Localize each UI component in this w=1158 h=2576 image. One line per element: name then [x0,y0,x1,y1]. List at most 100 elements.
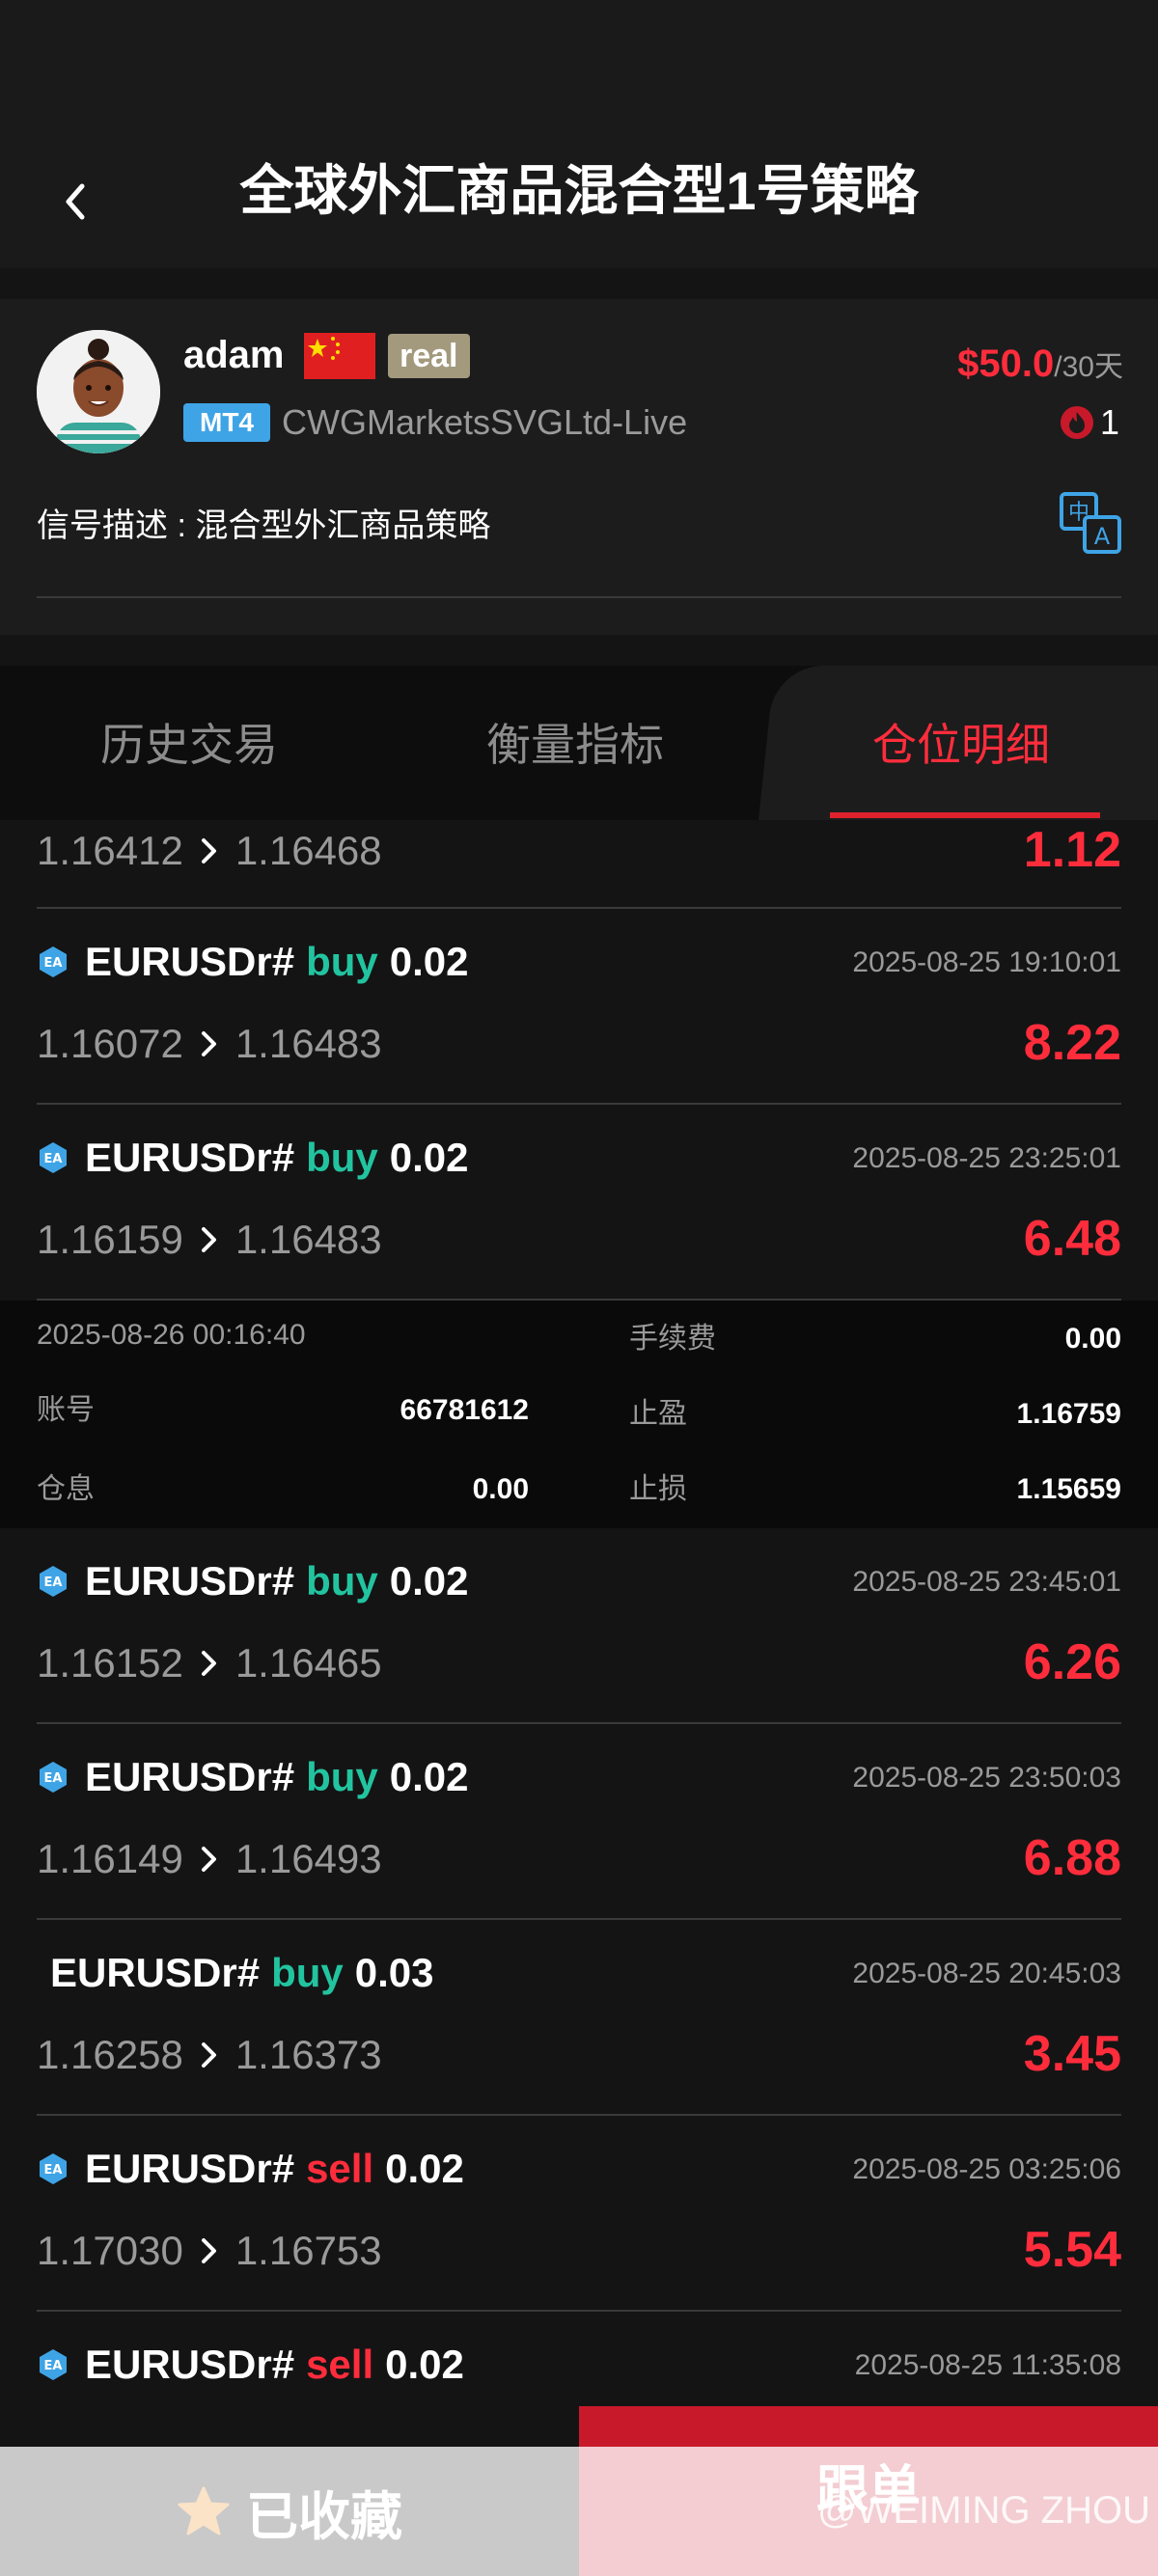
stop-loss-value: 1.15659 [1016,1473,1121,1505]
trade-symbol-line: EA EURUSDr# buy 0.02 [37,1132,468,1184]
broker-name: CWGMarketsSVGLtd-Live [282,402,688,442]
chevron-right-icon [201,1847,216,1872]
tab-underline [830,812,1100,818]
ea-icon: EA [40,1142,67,1173]
svg-text:EA: EA [44,1152,63,1166]
star-icon [178,2486,230,2535]
profit: 6.88 [1023,1830,1121,1886]
trade-symbol-line: EA EURUSDr# buy 0.02 [37,1555,468,1607]
direction: buy [271,1950,344,1995]
fee-value: 0.00 [1064,1323,1121,1355]
trade-row[interactable]: 1.16412 1.16468 1.12 [37,820,1121,909]
detail-time: 2025-08-26 00:16:40 [37,1319,306,1351]
price-value: $50.0 [957,343,1055,385]
trade-time: 2025-08-25 23:25:01 [852,1142,1121,1174]
chevron-right-icon [201,1031,216,1056]
trade-time: 2025-08-25 11:35:08 [854,2349,1121,2381]
chevron-right-icon [201,1227,216,1252]
price-range: 1.17030 1.16753 [37,2224,382,2278]
profit: 8.22 [1023,1015,1121,1071]
favorite-button[interactable]: 已收藏 [0,2447,579,2576]
nav-bar: 全球外汇商品混合型1号策略 [0,135,1158,268]
follower-count: 1 [1060,399,1119,446]
tab-positions[interactable]: 仓位明细 [872,714,1050,776]
lot-size: 0.02 [389,1754,469,1799]
platform-badge: MT4 [183,403,270,442]
symbol: EURUSDr# [85,1135,295,1180]
tab-history[interactable]: 历史交易 [100,714,278,776]
china-flag-icon [304,333,375,379]
account-type-badge: real [388,334,470,378]
direction: sell [306,2342,374,2387]
direction: buy [306,1558,378,1603]
divider [37,596,1121,598]
trade-row[interactable]: EA EURUSDr# sell 0.02 2025-08-25 03:25:06 1.1… [37,2116,1121,2312]
lot-size: 0.03 [354,1950,434,1995]
close-price: 1.16483 [234,1021,382,1066]
provider-card: adam real MT4 CWGMarketsSVGLtd-Live $50.… [0,299,1158,635]
price-range: 1.16149 1.16493 [37,1832,382,1886]
swap-value: 0.00 [472,1473,529,1505]
svg-text:EA: EA [44,2359,63,2373]
trade-row[interactable]: EA EURUSDr# buy 0.02 2025-08-25 19:10:01 1.16… [37,909,1121,1105]
avatar-image [37,330,160,453]
profit: 3.45 [1023,2026,1121,2082]
ea-icon: EA [40,1566,67,1597]
close-price: 1.16373 [234,2032,382,2077]
symbol: EURUSDr# [85,939,295,984]
price-range: 1.16152 1.16465 [37,1636,382,1690]
take-profit-label: 止盈 [629,1398,687,1430]
translate-icon[interactable]: 中A [1058,490,1123,556]
price-range: 1.16072 1.16483 [37,1017,382,1071]
watermark: @WEIMING ZHOU [816,2489,1150,2532]
lot-size: 0.02 [389,1558,469,1603]
open-price: 1.16152 [37,1640,183,1685]
trade-time: 2025-08-25 19:10:01 [852,946,1121,978]
follow-button-top [579,2406,1158,2447]
close-price: 1.16493 [234,1836,382,1881]
svg-text:EA: EA [44,956,63,971]
direction: buy [306,939,378,984]
chevron-right-icon [201,838,216,863]
position-list: 1.16412 1.16468 1.12 EA EURUSDr# buy 0.02 20… [0,820,1158,2507]
profit: 5.54 [1023,2222,1121,2278]
profit: 6.26 [1023,1634,1121,1690]
provider-name: adam [183,334,285,376]
direction: buy [306,1135,378,1180]
subscription-price: $50.0/30天 [957,340,1123,392]
close-price: 1.16468 [234,828,382,873]
svg-text:EA: EA [44,1576,63,1590]
follower-count-value: 1 [1099,402,1119,442]
price-range: 1.16258 1.16373 [37,2028,382,2082]
take-profit-value: 1.16759 [1016,1398,1121,1430]
trade-time: 2025-08-25 23:50:03 [852,1762,1121,1794]
trade-row[interactable]: EA EURUSDr# buy 0.02 2025-08-25 23:25:01 1.16… [37,1105,1121,1301]
close-price: 1.16483 [234,1217,382,1262]
svg-text:EA: EA [44,1771,63,1786]
trade-symbol-line: EA EURUSDr# sell 0.02 [37,2143,464,2195]
ea-icon: EA [40,2349,67,2380]
open-price: 1.16072 [37,1021,183,1066]
trade-symbol-line: EA EURUSDr# buy 0.02 [37,936,468,988]
trade-time: 2025-08-25 03:25:06 [852,2153,1121,2185]
trade-symbol-line: EA EURUSDr# sell 0.02 [37,2339,464,2391]
avatar[interactable] [37,330,160,453]
account-value: 66781612 [400,1394,529,1426]
favorite-label: 已收藏 [246,2487,402,2546]
trade-time: 2025-08-25 20:45:03 [852,1958,1121,1989]
lot-size: 0.02 [385,2342,464,2387]
trade-row[interactable]: EA EURUSDr# buy 0.02 2025-08-25 23:45:01 1.16… [37,1528,1121,1724]
trade-symbol-line: EA EURUSDr# buy 0.02 [37,1751,468,1803]
trade-row[interactable]: EURUSDr# buy 0.03 2025-08-25 20:45:03 1.1625… [37,1920,1121,2116]
lot-size: 0.02 [389,939,469,984]
tab-metrics[interactable]: 衡量指标 [486,714,664,776]
chevron-right-icon [201,2042,216,2068]
open-price: 1.17030 [37,2228,183,2273]
signal-description: 信号描述 : 混合型外汇商品策略 [37,507,491,544]
stop-loss-label: 止损 [629,1473,687,1505]
close-price: 1.16753 [234,2228,382,2273]
trade-row[interactable]: EA EURUSDr# buy 0.02 2025-08-25 23:50:03 1.16… [37,1724,1121,1920]
open-price: 1.16149 [37,1836,183,1881]
svg-text:中: 中 [1068,501,1089,525]
price-range: 1.16159 1.16483 [37,1213,382,1267]
